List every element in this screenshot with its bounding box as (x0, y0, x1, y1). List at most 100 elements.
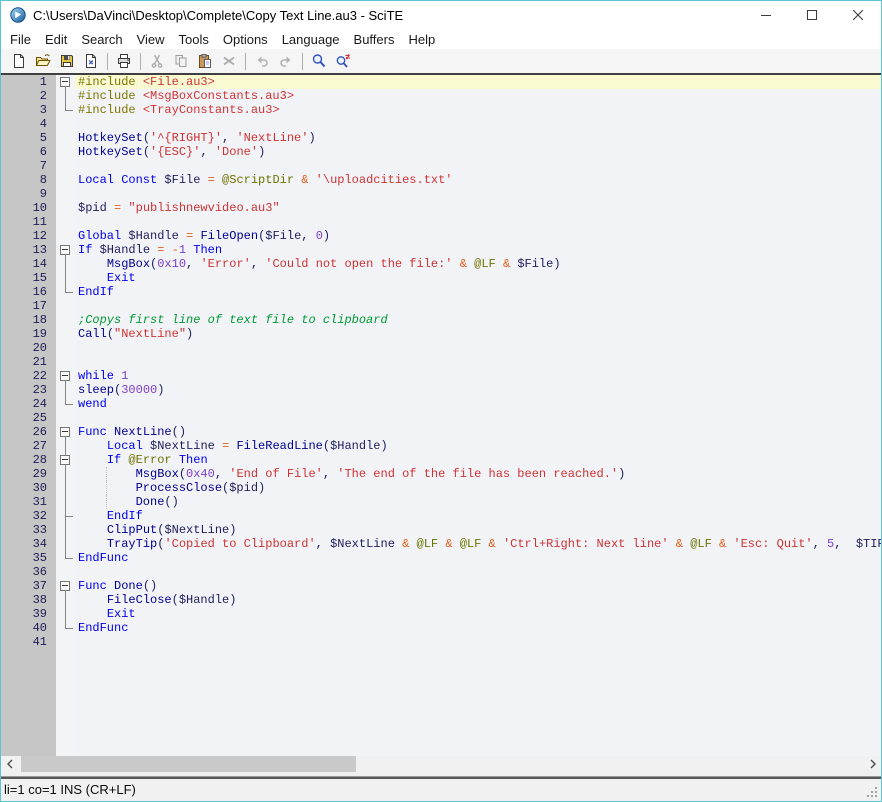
menu-help[interactable]: Help (404, 32, 439, 47)
code-line[interactable]: 5HotkeySet('^{RIGHT}', 'NextLine') (1, 131, 881, 145)
code-text[interactable]: EndFunc (75, 621, 881, 635)
code-line[interactable]: 21 (1, 355, 881, 369)
code-text[interactable]: #include <File.au3> (75, 75, 881, 89)
line-number[interactable]: 33 (1, 523, 56, 537)
line-number[interactable]: 27 (1, 439, 56, 453)
menu-view[interactable]: View (133, 32, 169, 47)
code-line[interactable]: 23sleep(30000) (1, 383, 881, 397)
code-line[interactable]: 32 EndIf (1, 509, 881, 523)
code-line[interactable]: 12Global $Handle = FileOpen($File, 0) (1, 229, 881, 243)
code-line[interactable]: 29 MsgBox(0x40, 'End of File', 'The end … (1, 467, 881, 481)
line-number[interactable]: 25 (1, 411, 56, 425)
scroll-right-button[interactable] (864, 756, 881, 772)
line-number[interactable]: 18 (1, 313, 56, 327)
code-line[interactable]: 1 #include <File.au3> (1, 75, 881, 89)
code-line[interactable]: 17 (1, 299, 881, 313)
line-number[interactable]: 1 (1, 75, 56, 89)
close-button[interactable] (835, 1, 881, 29)
menu-options[interactable]: Options (219, 32, 272, 47)
line-number[interactable]: 35 (1, 551, 56, 565)
code-line[interactable]: 22 while 1 (1, 369, 881, 383)
menu-edit[interactable]: Edit (41, 32, 71, 47)
code-line[interactable]: 37Func Done() (1, 579, 881, 593)
line-number[interactable]: 40 (1, 621, 56, 635)
code-line[interactable]: 24 wend (1, 397, 881, 411)
fold-toggle[interactable] (56, 579, 75, 593)
code-text[interactable]: MsgBox(0x10, 'Error', 'Could not open th… (75, 257, 881, 271)
code-line[interactable]: 26Func NextLine() (1, 425, 881, 439)
line-number[interactable]: 9 (1, 187, 56, 201)
code-text[interactable]: while 1 (75, 369, 881, 383)
code-line[interactable]: 20 (1, 341, 881, 355)
line-number[interactable]: 38 (1, 593, 56, 607)
code-text[interactable]: #include <TrayConstants.au3> (75, 103, 881, 117)
code-text[interactable]: ClipPut($NextLine) (75, 523, 881, 537)
code-text[interactable]: wend (75, 397, 881, 411)
menu-file[interactable]: File (6, 32, 35, 47)
code-text[interactable]: HotkeySet('^{RIGHT}', 'NextLine') (75, 131, 881, 145)
code-line[interactable]: 27 Local $NextLine = FileReadLine($Handl… (1, 439, 881, 453)
line-number[interactable]: 24 (1, 397, 56, 411)
code-text[interactable]: Local $NextLine = FileReadLine($Handle) (75, 439, 881, 453)
line-number[interactable]: 36 (1, 565, 56, 579)
code-text[interactable]: Func NextLine() (75, 425, 881, 439)
code-text[interactable]: Exit (75, 607, 881, 621)
code-text[interactable]: Exit (75, 271, 881, 285)
code-text[interactable] (75, 635, 881, 649)
code-line[interactable]: 34 TrayTip('Copied to Clipboard', $NextL… (1, 537, 881, 551)
code-text[interactable] (75, 187, 881, 201)
line-number[interactable]: 3 (1, 103, 56, 117)
code-line[interactable]: 39 Exit (1, 607, 881, 621)
code-line[interactable]: 36 (1, 565, 881, 579)
code-text[interactable]: ;Copys first line of text file to clipbo… (75, 313, 881, 327)
line-number[interactable]: 22 (1, 369, 56, 383)
maximize-button[interactable] (789, 1, 835, 29)
line-number[interactable]: 11 (1, 215, 56, 229)
line-number[interactable]: 2 (1, 89, 56, 103)
code-line[interactable]: 14 MsgBox(0x10, 'Error', 'Could not open… (1, 257, 881, 271)
line-number[interactable]: 4 (1, 117, 56, 131)
code-line[interactable]: 35EndFunc (1, 551, 881, 565)
code-line[interactable]: 18 ;Copys first line of text file to clip… (1, 313, 881, 327)
line-number[interactable]: 21 (1, 355, 56, 369)
code-text[interactable]: EndIf (75, 509, 881, 523)
code-line[interactable]: 6HotkeySet('{ESC}', 'Done') (1, 145, 881, 159)
code-text[interactable] (75, 341, 881, 355)
print-button[interactable] (112, 50, 136, 72)
code-line[interactable]: 8Local Const $File = @ScriptDir & '\uplo… (1, 173, 881, 187)
scrollbar-track[interactable] (18, 756, 864, 772)
code-text[interactable]: TrayTip('Copied to Clipboard', $NextLine… (75, 537, 881, 551)
line-number[interactable]: 6 (1, 145, 56, 159)
empty-code-area[interactable] (75, 649, 881, 756)
code-line[interactable]: 7 (1, 159, 881, 173)
find-button[interactable] (307, 50, 331, 72)
new-document-button[interactable] (7, 50, 31, 72)
fold-toggle[interactable] (56, 75, 75, 89)
line-number[interactable]: 31 (1, 495, 56, 509)
code-line[interactable]: 9 (1, 187, 881, 201)
code-line[interactable]: 28 If @Error Then (1, 453, 881, 467)
code-text[interactable]: $pid = "publishnewvideo.au3" (75, 201, 881, 215)
title-bar[interactable]: C:\Users\DaVinci\Desktop\Complete\Copy T… (1, 1, 881, 29)
line-number[interactable]: 7 (1, 159, 56, 173)
line-number[interactable]: 16 (1, 285, 56, 299)
code-text[interactable]: Local Const $File = @ScriptDir & '\uploa… (75, 173, 881, 187)
menu-tools[interactable]: Tools (175, 32, 213, 47)
editor-empty-area[interactable] (1, 649, 881, 756)
code-line[interactable]: 3 #include <TrayConstants.au3> (1, 103, 881, 117)
code-text[interactable]: FileClose($Handle) (75, 593, 881, 607)
line-number[interactable]: 41 (1, 635, 56, 649)
code-text[interactable]: #include <MsgBoxConstants.au3> (75, 89, 881, 103)
line-number[interactable]: 10 (1, 201, 56, 215)
code-line[interactable]: 30 ProcessClose($pid) (1, 481, 881, 495)
line-number[interactable]: 17 (1, 299, 56, 313)
code-text[interactable]: Call("NextLine") (75, 327, 881, 341)
menu-buffers[interactable]: Buffers (350, 32, 399, 47)
line-number[interactable]: 29 (1, 467, 56, 481)
minimize-button[interactable] (743, 1, 789, 29)
line-number[interactable]: 19 (1, 327, 56, 341)
code-line[interactable]: 19 Call("NextLine") (1, 327, 881, 341)
code-line[interactable]: 13If $Handle = -1 Then (1, 243, 881, 257)
code-text[interactable] (75, 411, 881, 425)
code-text[interactable]: sleep(30000) (75, 383, 881, 397)
